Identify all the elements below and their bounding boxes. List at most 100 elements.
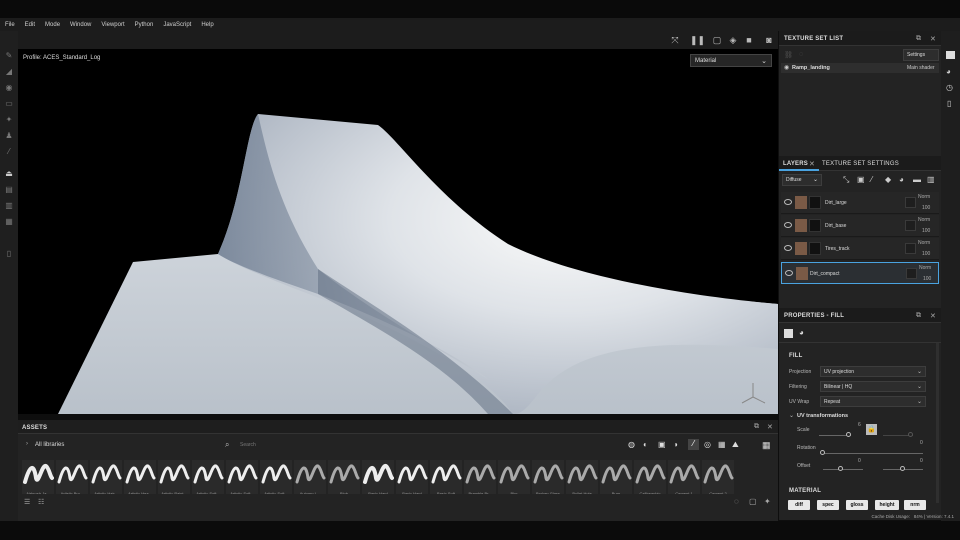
filter-masks-icon[interactable]: ▣ xyxy=(658,440,666,449)
close-icon[interactable]: ✕ xyxy=(930,312,936,320)
layer-row-selected[interactable]: Dirt_compact Norm 100 xyxy=(781,262,939,284)
projection-icon[interactable]: ◉ xyxy=(4,83,14,93)
settings-dropdown[interactable]: Settings xyxy=(903,49,939,61)
smudge-icon[interactable]: ✦ xyxy=(4,115,14,125)
new-window-icon[interactable]: ▢ xyxy=(749,497,757,506)
library-name[interactable]: All libraries xyxy=(35,442,64,448)
asset-thumbnail[interactable]: Blob xyxy=(328,460,360,494)
menu-mode[interactable]: Mode xyxy=(45,22,60,28)
texture-set-item[interactable]: ◉ Ramp_landing Main shader xyxy=(781,63,939,73)
blend-mode[interactable]: Norm xyxy=(918,194,930,200)
rotation-slider-track[interactable] xyxy=(823,453,923,454)
clone-icon[interactable]: ♟ xyxy=(4,131,14,141)
mask-thumbnail[interactable] xyxy=(809,196,821,209)
menu-edit[interactable]: Edit xyxy=(25,22,35,28)
undock-icon[interactable]: ⧉ xyxy=(754,423,759,431)
texture-set-shader[interactable]: Main shader xyxy=(907,65,935,71)
layer-row[interactable]: Tires_track Norm 100 xyxy=(781,238,939,260)
channel-height-button[interactable]: height xyxy=(875,500,899,510)
close-icon[interactable]: ✕ xyxy=(809,160,815,168)
filter-brushes-icon[interactable]: ⁄ xyxy=(688,439,699,450)
document-icon[interactable]: ▯ xyxy=(4,249,14,259)
scale-value[interactable]: 6 xyxy=(858,422,861,428)
channel-spec-button[interactable]: spec xyxy=(817,500,839,510)
filter-list-icon[interactable]: ☷ xyxy=(38,498,44,506)
uv-tool-icon[interactable]: ▦ xyxy=(4,217,14,227)
eye-settings-icon[interactable]: ◌ xyxy=(799,51,803,58)
shader-settings-icon[interactable]: ◕ xyxy=(946,67,951,76)
add-folder-icon[interactable]: ▬ xyxy=(913,175,921,184)
asset-thumbnail[interactable]: Basic Hard xyxy=(362,460,394,494)
tab-layers[interactable]: LAYERS xyxy=(783,161,808,167)
add-paint-layer-icon[interactable]: ⁄ xyxy=(871,175,872,184)
blend-mode[interactable]: Norm xyxy=(919,265,931,271)
material-view-dropdown[interactable]: Material ⌄ xyxy=(690,54,772,67)
bake-icon[interactable]: ⏏ xyxy=(4,169,14,179)
add-fill-layer-icon[interactable]: ◆ xyxy=(885,175,891,184)
asset-thumbnail[interactable]: Bramble Br... xyxy=(464,460,496,494)
asset-thumbnail[interactable]: Artistic Hair... xyxy=(90,460,122,494)
scrollbar[interactable] xyxy=(936,343,939,503)
offset-x-slider-handle[interactable] xyxy=(838,466,843,471)
asset-thumbnail[interactable]: Cement 2 xyxy=(702,460,734,494)
mask-thumbnail[interactable] xyxy=(809,242,821,255)
channel-nrm-button[interactable]: nrm xyxy=(904,500,926,510)
asset-thumbnail[interactable]: Airbrush Ja... xyxy=(22,460,54,494)
asset-thumbnail[interactable]: Artistic Soft... xyxy=(260,460,292,494)
mask-thumbnail[interactable] xyxy=(809,219,821,232)
display-settings-icon[interactable] xyxy=(946,51,955,59)
material-picker-icon[interactable]: ▥ xyxy=(4,201,14,211)
asset-thumbnail[interactable]: Broken Glass xyxy=(532,460,564,494)
menu-python[interactable]: Python xyxy=(135,22,154,28)
tab-texture-set-settings[interactable]: TEXTURE SET SETTINGS xyxy=(822,161,899,167)
link-icon[interactable]: ⛓ xyxy=(784,51,793,59)
menu-file[interactable]: File xyxy=(5,22,15,28)
offset-y-slider-handle[interactable] xyxy=(900,466,905,471)
layer-opacity[interactable]: 100 xyxy=(922,205,930,211)
rotation-value[interactable]: 0 xyxy=(920,440,923,446)
asset-thumbnail[interactable]: Bullet Hole xyxy=(566,460,598,494)
visibility-eye-icon[interactable] xyxy=(784,245,792,251)
blend-mode[interactable]: Norm xyxy=(918,240,930,246)
3d-viewport[interactable]: Profile: ACES_Standard_Log Material ⌄ xyxy=(18,49,778,414)
paint-brush-icon[interactable]: ✎ xyxy=(4,51,14,61)
add-effect-icon[interactable]: ⤡ xyxy=(843,175,849,185)
layer-opacity[interactable]: 100 xyxy=(922,251,930,257)
projection-dropdown[interactable]: UV projection ⌄ xyxy=(820,366,926,377)
channel-diff-button[interactable]: diff xyxy=(788,500,810,510)
lock-icon[interactable]: 🔒 xyxy=(866,424,877,435)
grid-view-icon[interactable]: ▦ xyxy=(762,440,771,451)
history-icon[interactable]: ◷ xyxy=(946,83,953,92)
filtering-dropdown[interactable]: Bilinear | HQ ⌄ xyxy=(820,381,926,392)
offset-y-value[interactable]: 0 xyxy=(920,458,923,464)
camera-frame-icon[interactable]: ▢ xyxy=(712,35,722,45)
layer-row[interactable]: Dirt_large Norm 100 xyxy=(781,192,939,214)
asset-thumbnail[interactable]: Artistic Bru... xyxy=(56,460,88,494)
filter-textures-icon[interactable]: ◑ xyxy=(673,440,678,449)
layer-opacity[interactable]: 100 xyxy=(923,276,931,282)
asset-thumbnail[interactable]: Burn xyxy=(600,460,632,494)
polygon-fill-icon[interactable]: ▤ xyxy=(4,185,14,195)
menu-javascript[interactable]: JavaScript xyxy=(163,22,191,28)
undock-icon[interactable]: ⧉ xyxy=(916,35,921,43)
symmetry-icon[interactable]: ⤧ xyxy=(670,35,680,45)
blend-mode[interactable]: Norm xyxy=(918,217,930,223)
visibility-eye-icon[interactable] xyxy=(785,270,793,276)
add-mask-icon[interactable]: ▣ xyxy=(857,175,865,184)
asset-thumbnail[interactable]: Basic Hard xyxy=(396,460,428,494)
geometry-mask-icon[interactable]: ▭ xyxy=(4,99,14,109)
cube-icon[interactable]: ◈ xyxy=(728,35,738,45)
material-tab-icon[interactable]: ◕ xyxy=(799,328,804,337)
refresh-icon[interactable]: ◌ xyxy=(734,497,739,506)
layer-opacity[interactable]: 100 xyxy=(922,228,930,234)
visibility-eye-icon[interactable]: ◉ xyxy=(784,64,789,71)
asset-thumbnail[interactable]: Artistic Paint... xyxy=(158,460,190,494)
eraser-icon[interactable]: ◢ xyxy=(4,67,14,77)
picker-icon[interactable]: ⁄ xyxy=(4,147,14,157)
pause-icon[interactable]: ❚❚ xyxy=(690,35,705,45)
asset-thumbnail[interactable]: Blur xyxy=(498,460,530,494)
chevron-down-icon[interactable]: ⌄ xyxy=(789,412,794,419)
close-icon[interactable]: ✕ xyxy=(930,35,936,43)
add-material-icon[interactable]: ◕ xyxy=(899,175,904,184)
log-icon[interactable]: ▯ xyxy=(947,99,951,108)
